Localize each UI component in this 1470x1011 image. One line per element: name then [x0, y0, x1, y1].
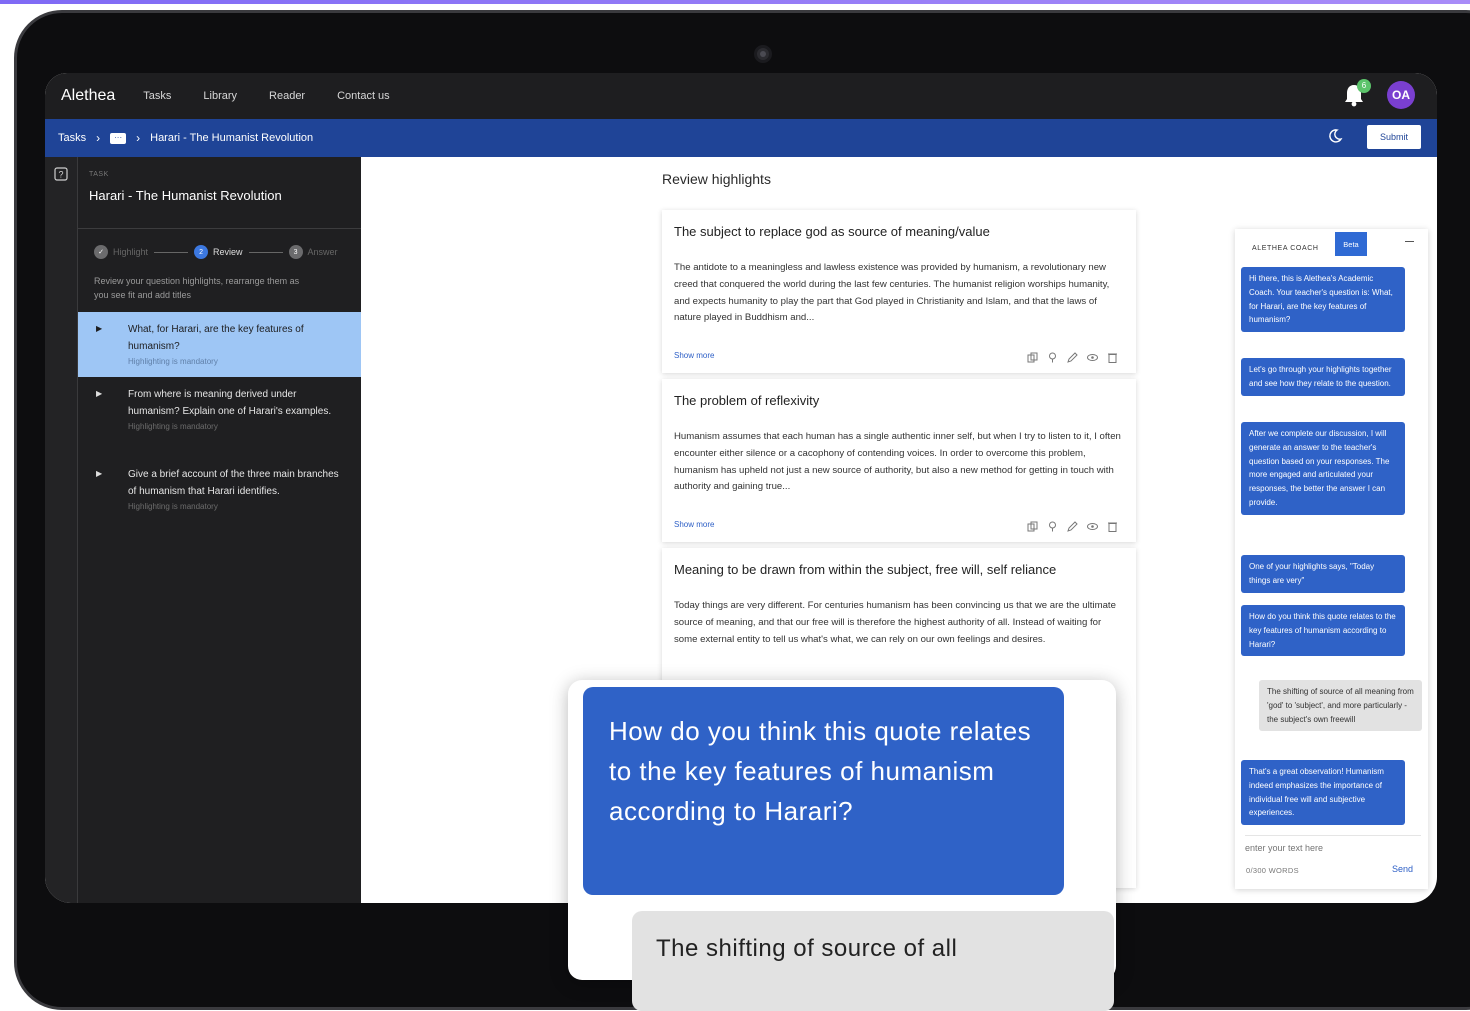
card-footer: Show more [674, 350, 1118, 363]
eye-icon[interactable] [1087, 350, 1098, 361]
coach-title: ALETHEA COACH [1252, 245, 1319, 252]
highlight-title[interactable]: The subject to replace god as source of … [674, 224, 1124, 239]
coach-message: That's a great observation! Humanism ind… [1241, 760, 1405, 826]
nav-link-library[interactable]: Library [203, 90, 237, 102]
svg-text:?: ? [58, 170, 63, 180]
send-button[interactable]: Send [1392, 864, 1413, 874]
highlight-text: Today things are very different. For cen… [674, 600, 1116, 645]
edit-icon[interactable] [1067, 350, 1078, 363]
task-panel-toggle[interactable]: ? [54, 167, 68, 186]
callout-coach-message: How do you think this quote relates to t… [583, 687, 1064, 895]
notifications-button[interactable]: 6 [1343, 79, 1371, 107]
nav-actions: 6 OA [1343, 79, 1415, 109]
highlight-text: Humanism assumes that each human has a s… [674, 431, 1121, 493]
chevron-right-icon: › [136, 131, 141, 145]
sidebar-divider [78, 228, 361, 229]
step-review-label: Review [213, 247, 243, 257]
question-square-icon: ? [54, 167, 68, 181]
moon-icon [1329, 129, 1343, 143]
chevron-right-icon: › [96, 131, 101, 145]
dark-mode-toggle[interactable] [1327, 128, 1343, 147]
callout-user-message: The shifting of source of all [632, 911, 1114, 1011]
highlight-text: The antidote to a meaningless and lawles… [674, 262, 1110, 324]
chat-input[interactable] [1245, 839, 1415, 857]
step-connector [154, 251, 189, 253]
brand-logo[interactable]: Alethea [61, 87, 115, 105]
breadcrumb-tasks[interactable]: Tasks [58, 132, 86, 144]
trash-icon[interactable] [1107, 519, 1118, 532]
step-highlight-label: Highlight [113, 247, 149, 257]
nav-link-contact[interactable]: Contact us [337, 90, 390, 102]
breadcrumb-more[interactable]: ··· [110, 132, 127, 144]
question-text: What, for Harari, are the key features o… [128, 324, 304, 352]
coach-panel: ALETHEA COACH Beta Hi there, this is Ale… [1235, 229, 1428, 889]
task-caption: TASK [89, 171, 109, 178]
question-item[interactable]: ▶ From where is meaning derived under hu… [78, 377, 361, 457]
coach-message: After we complete our discussion, I will… [1241, 422, 1405, 515]
coach-message: Hi there, this is Alethea's Academic Coa… [1241, 267, 1405, 333]
card-actions [1027, 350, 1118, 363]
page-title: Review highlights [662, 171, 771, 187]
coach-message: One of your highlights says, "Today thin… [1241, 555, 1405, 593]
highlight-title[interactable]: The problem of reflexivity [674, 393, 1124, 408]
step-answer-label: Answer [307, 247, 338, 257]
edit-icon[interactable] [1067, 519, 1078, 532]
review-hint: Review your question highlights, rearran… [94, 276, 300, 300]
beta-badge: Beta [1335, 232, 1367, 256]
chat-messages[interactable]: Hi there, this is Alethea's Academic Coa… [1241, 267, 1425, 834]
question-requirement: Highlighting is mandatory [128, 357, 218, 366]
notification-badge: 6 [1357, 79, 1371, 93]
minimize-icon[interactable] [1405, 241, 1414, 242]
caret-right-icon: ▶ [96, 389, 103, 398]
input-divider [1245, 835, 1421, 836]
camera-icon [754, 45, 772, 63]
highlight-card[interactable]: The problem of reflexivity Humanism assu… [662, 379, 1136, 542]
question-text: From where is meaning derived under huma… [128, 389, 332, 417]
step-connector [248, 251, 283, 253]
submit-button[interactable]: Submit [1367, 125, 1421, 149]
card-footer: Show more [674, 519, 1118, 532]
zoom-callout: How do you think this quote relates to t… [568, 680, 1116, 1011]
page-accent-bar [0, 0, 1470, 4]
progress-stepper: ✓ Highlight 2 Review 3 Answer [94, 245, 338, 259]
trash-icon[interactable] [1107, 350, 1118, 363]
check-icon: ✓ [94, 245, 108, 259]
task-title: Harari - The Humanist Revolution [89, 188, 282, 203]
breadcrumb-current: Harari - The Humanist Revolution [150, 132, 314, 144]
eye-icon[interactable] [1087, 519, 1098, 530]
nav-link-reader[interactable]: Reader [269, 90, 305, 102]
nav-link-tasks[interactable]: Tasks [143, 90, 171, 102]
highlight-title[interactable]: Meaning to be drawn from within the subj… [674, 562, 1124, 577]
question-text: Give a brief account of the three main b… [128, 469, 339, 497]
question-item[interactable]: ▶ Give a brief account of the three main… [78, 457, 361, 537]
task-sidebar: TASK Harari - The Humanist Revolution ✓ … [78, 157, 361, 903]
user-message: The shifting of source of all meaning fr… [1259, 680, 1422, 732]
user-avatar[interactable]: OA [1387, 81, 1415, 109]
coach-message: Let's go through your highlights togethe… [1241, 358, 1405, 396]
card-actions [1027, 519, 1118, 532]
caret-right-icon: ▶ [96, 324, 103, 333]
word-count: 0/300 WORDS [1246, 866, 1299, 875]
breadcrumb: Tasks › ··· › Harari - The Humanist Revo… [45, 119, 1437, 157]
copy-icon[interactable] [1027, 519, 1038, 532]
left-rail: ? [45, 157, 78, 903]
location-pin-icon[interactable] [1047, 519, 1058, 532]
highlight-card[interactable]: The subject to replace god as source of … [662, 210, 1136, 373]
question-requirement: Highlighting is mandatory [128, 502, 218, 511]
copy-icon[interactable] [1027, 350, 1038, 363]
show-more-link[interactable]: Show more [674, 351, 714, 360]
coach-message: How do you think this quote relates to t… [1241, 605, 1405, 657]
question-item[interactable]: ▶ What, for Harari, are the key features… [78, 312, 361, 377]
show-more-link[interactable]: Show more [674, 520, 714, 529]
step-review-number: 2 [194, 245, 209, 259]
location-pin-icon[interactable] [1047, 350, 1058, 363]
top-nav: Alethea Tasks Library Reader Contact us … [45, 73, 1437, 119]
step-answer-number: 3 [288, 245, 303, 259]
question-requirement: Highlighting is mandatory [128, 422, 218, 431]
caret-right-icon: ▶ [96, 469, 103, 478]
